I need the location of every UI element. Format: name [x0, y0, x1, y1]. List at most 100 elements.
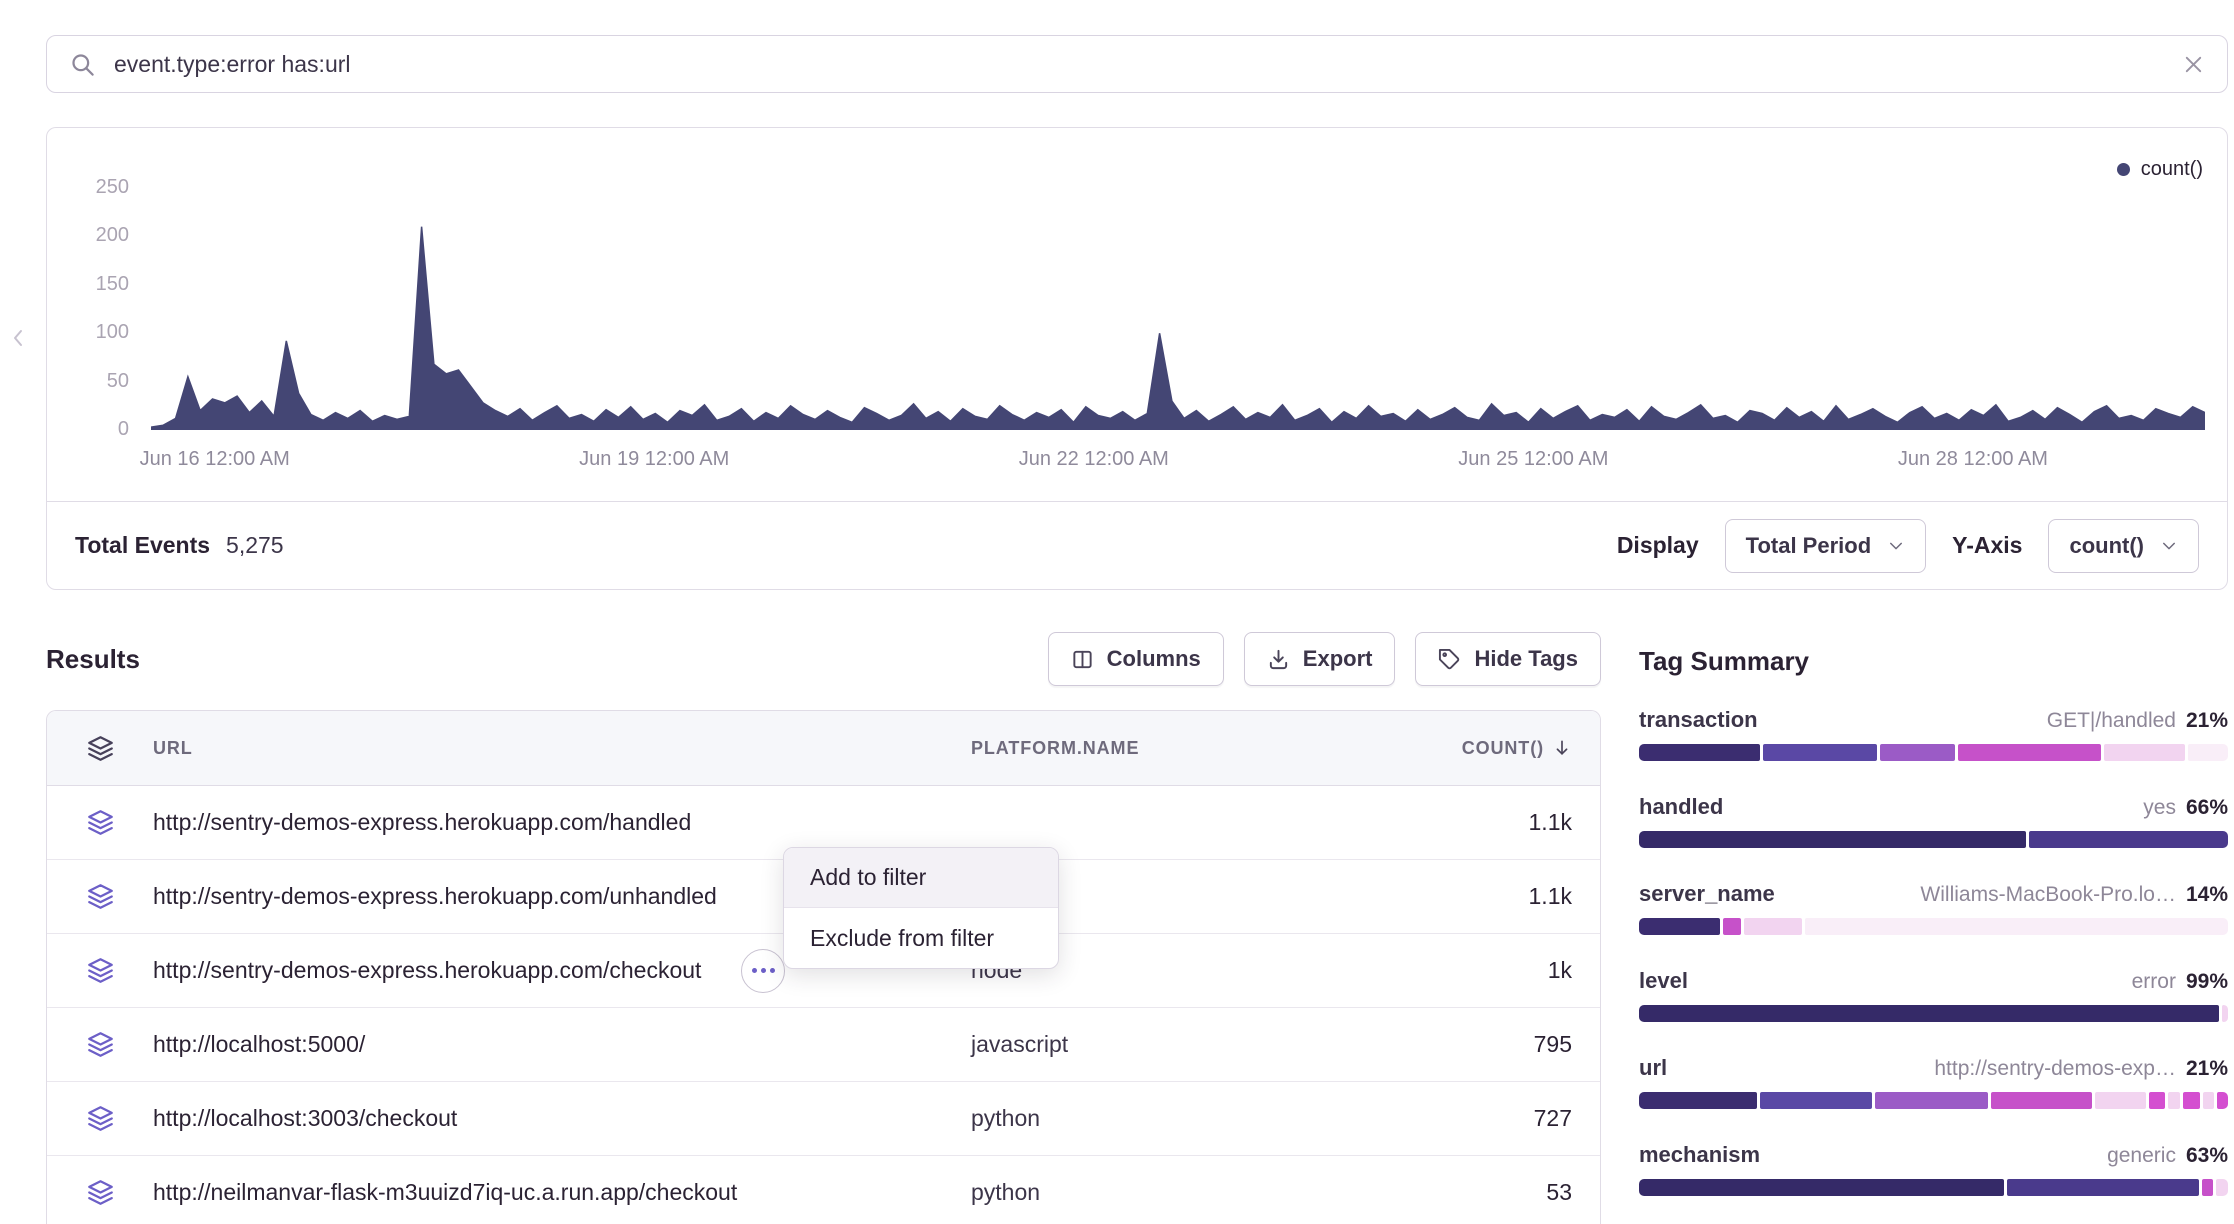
tag-bar-segment[interactable]: [2029, 831, 2228, 848]
sort-desc-icon: [1552, 738, 1572, 758]
tag-bar-segment[interactable]: [2188, 744, 2228, 761]
chart-legend[interactable]: count(): [2117, 158, 2203, 181]
events-chart-panel: count() 050100150200250 Jun 16 12:00 AMJ…: [46, 127, 2228, 590]
events-area-chart: [151, 188, 2205, 430]
tag-distribution-bar[interactable]: [1639, 1005, 2228, 1022]
yaxis-dropdown-value: count(): [2069, 533, 2144, 559]
tag-name: server_name: [1639, 881, 1775, 907]
tag-bar-segment[interactable]: [1723, 918, 1740, 935]
tag-bar-segment[interactable]: [1639, 1092, 1757, 1109]
url-cell-value[interactable]: http://sentry-demos-express.herokuapp.co…: [153, 809, 691, 836]
x-axis-label: Jun 16 12:00 AM: [140, 448, 290, 471]
url-cell-value[interactable]: http://sentry-demos-express.herokuapp.co…: [153, 883, 717, 910]
tag-bar-segment[interactable]: [1875, 1092, 1987, 1109]
table-row[interactable]: http://localhost:3003/checkoutpython727: [47, 1082, 1600, 1156]
yaxis-dropdown[interactable]: count(): [2048, 519, 2199, 573]
tag-bar-segment[interactable]: [2104, 744, 2184, 761]
tag-distribution-bar[interactable]: [1639, 744, 2228, 761]
row-actions-button[interactable]: [741, 949, 785, 993]
tag-distribution-bar[interactable]: [1639, 1179, 2228, 1196]
tag-summary-panel: Tag Summary transactionGET|/handled21%ha…: [1639, 632, 2228, 1224]
count-cell-value: 1k: [1397, 957, 1600, 984]
tag-top-value: Williams-MacBook-Pro.lo…: [1920, 883, 2176, 907]
url-cell-value[interactable]: http://localhost:5000/: [153, 1031, 365, 1058]
total-events: Total Events 5,275: [75, 532, 284, 559]
count-cell-value: 727: [1397, 1105, 1600, 1132]
tag-bar-segment[interactable]: [1639, 1005, 2219, 1022]
tag-bar-segment[interactable]: [1763, 744, 1878, 761]
tag-bar-segment[interactable]: [2202, 1179, 2214, 1196]
tag-distribution-bar[interactable]: [1639, 831, 2228, 848]
tag-list: transactionGET|/handled21%handledyes66%s…: [1639, 707, 2228, 1224]
tag-bar-segment[interactable]: [1958, 744, 2102, 761]
tag-block-level: levelerror99%: [1639, 968, 2228, 1022]
tag-bar-segment[interactable]: [2217, 1092, 2228, 1109]
tag-distribution-bar[interactable]: [1639, 918, 2228, 935]
hide-tags-button[interactable]: Hide Tags: [1415, 632, 1601, 686]
hide-tags-button-label: Hide Tags: [1474, 646, 1578, 672]
yaxis-label: Y-Axis: [1952, 532, 2022, 559]
tag-bar-segment[interactable]: [1760, 1092, 1872, 1109]
export-icon: [1267, 648, 1290, 671]
export-button[interactable]: Export: [1244, 632, 1396, 686]
panel-collapse-handle-icon[interactable]: [10, 323, 26, 353]
display-dropdown-value: Total Period: [1746, 533, 1872, 559]
layers-icon: [47, 957, 153, 984]
tag-bar-segment[interactable]: [2168, 1092, 2179, 1109]
tag-bar-segment[interactable]: [1744, 918, 1802, 935]
tag-top-value: error: [2132, 970, 2176, 994]
tag-bar-segment[interactable]: [1991, 1092, 2092, 1109]
x-axis-label: Jun 22 12:00 AM: [1019, 448, 1169, 471]
context-menu: Add to filter Exclude from filter: [783, 847, 1059, 969]
tag-bar-segment[interactable]: [2203, 1092, 2214, 1109]
tag-bar-segment[interactable]: [1805, 918, 2228, 935]
column-header-platform[interactable]: PLATFORM.NAME: [971, 738, 1397, 759]
layers-icon: [47, 883, 153, 910]
tag-bar-segment[interactable]: [2007, 1179, 2198, 1196]
x-axis-label: Jun 28 12:00 AM: [1898, 448, 2048, 471]
count-cell-value: 795: [1397, 1031, 1600, 1058]
table-header: URL PLATFORM.NAME COUNT(): [47, 711, 1600, 786]
tag-distribution-bar[interactable]: [1639, 1092, 2228, 1109]
y-axis-label: 100: [47, 321, 129, 344]
url-cell-value[interactable]: http://sentry-demos-express.herokuapp.co…: [153, 957, 701, 984]
tag-bar-segment[interactable]: [2222, 1005, 2228, 1022]
search-input[interactable]: event.type:error has:url: [114, 51, 2164, 78]
tag-bar-segment[interactable]: [1639, 918, 1720, 935]
tag-bar-segment[interactable]: [2149, 1092, 2166, 1109]
search-bar[interactable]: event.type:error has:url: [46, 35, 2228, 93]
layers-icon: [47, 1105, 153, 1132]
display-dropdown[interactable]: Total Period: [1725, 519, 1927, 573]
tag-bar-segment[interactable]: [1639, 831, 2026, 848]
table-row[interactable]: http://neilmanvar-flask-m3uuizd7iq-uc.a.…: [47, 1156, 1600, 1224]
count-cell-value: 1.1k: [1397, 883, 1600, 910]
columns-button[interactable]: Columns: [1048, 632, 1224, 686]
x-axis-label: Jun 25 12:00 AM: [1458, 448, 1608, 471]
tag-bar-segment[interactable]: [2183, 1092, 2200, 1109]
url-cell-value[interactable]: http://localhost:3003/checkout: [153, 1105, 457, 1132]
discover-events-page: event.type:error has:url count() 0501001…: [0, 35, 2234, 1224]
results-toolbar: Columns Export Hide Tags: [1048, 632, 1601, 686]
tag-bar-segment[interactable]: [1639, 1179, 2004, 1196]
tag-name: transaction: [1639, 707, 1758, 733]
column-header-url[interactable]: URL: [153, 738, 971, 759]
tag-icon: [1438, 648, 1461, 671]
tag-block-server_name: server_nameWilliams-MacBook-Pro.lo…14%: [1639, 881, 2228, 935]
tag-bar-segment[interactable]: [1639, 744, 1760, 761]
column-header-count[interactable]: COUNT(): [1397, 738, 1600, 759]
menu-item-exclude-from-filter[interactable]: Exclude from filter: [784, 908, 1058, 968]
tag-bar-segment[interactable]: [2216, 1179, 2228, 1196]
menu-item-add-to-filter[interactable]: Add to filter: [784, 848, 1058, 908]
y-axis-label: 50: [47, 370, 129, 393]
tag-top-percent: 21%: [2186, 1057, 2228, 1081]
tag-name: mechanism: [1639, 1142, 1760, 1168]
tag-top-value: http://sentry-demos-exp…: [1934, 1057, 2176, 1081]
tag-bar-segment[interactable]: [1880, 744, 1955, 761]
clear-search-icon[interactable]: [2182, 53, 2205, 76]
url-cell-value[interactable]: http://neilmanvar-flask-m3uuizd7iq-uc.a.…: [153, 1179, 737, 1206]
tag-bar-segment[interactable]: [2095, 1092, 2146, 1109]
chevron-down-icon: [2160, 537, 2178, 555]
layers-icon: [47, 1031, 153, 1058]
table-row[interactable]: http://localhost:5000/javascript795: [47, 1008, 1600, 1082]
tag-block-handled: handledyes66%: [1639, 794, 2228, 848]
